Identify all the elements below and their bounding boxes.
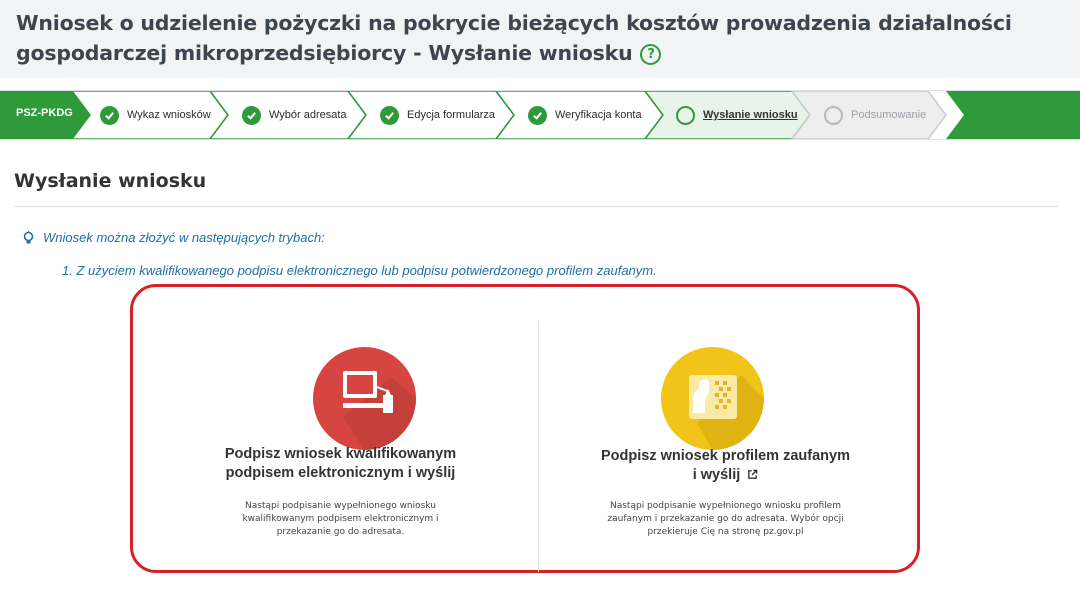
progress-stepper: PSZ-PKDG Wykaz wniosków Wybór adresata E… — [0, 90, 1080, 140]
step-label: Wysłanie wniosku — [703, 109, 798, 121]
check-icon — [528, 105, 547, 125]
check-icon — [242, 105, 261, 125]
option-title[interactable]: Podpisz wniosek profilem zaufanym i wyśl… — [538, 447, 913, 485]
current-step-circle-icon — [676, 105, 695, 125]
mode-list-item: 1. Z użyciem kwalifikowanego podpisu ele… — [62, 263, 657, 278]
qualified-signature-option[interactable]: Podpisz wniosek kwalifikowanym podpisem … — [143, 287, 538, 570]
step-wybor-adresata[interactable]: Wybór adresata — [242, 91, 347, 139]
trusted-profile-option[interactable]: Podpisz wniosek profilem zaufanym i wyśl… — [538, 287, 913, 570]
step-weryfikacja-konta[interactable]: Weryfikacja konta — [528, 91, 642, 139]
external-link-icon — [748, 469, 758, 479]
check-icon — [100, 105, 119, 125]
lightbulb-icon — [23, 230, 34, 243]
option-description: Nastąpi podpisanie wypełnionego wniosku … — [242, 501, 439, 537]
computer-signature-icon — [313, 347, 416, 450]
help-circle-icon[interactable]: ? — [640, 44, 662, 65]
step-wyslanie-wniosku[interactable]: Wysłanie wniosku — [676, 91, 798, 139]
page-title: Wniosek o udzielenie pożyczki na pokryci… — [16, 11, 1012, 65]
stepper-tail — [946, 91, 1080, 139]
page-header: Wniosek o udzielenie pożyczki na pokryci… — [0, 0, 1080, 78]
section-title: Wysłanie wniosku — [14, 170, 207, 192]
option-title[interactable]: Podpisz wniosek kwalifikowanym podpisem … — [143, 445, 538, 483]
step-label: Wykaz wniosków — [127, 109, 211, 121]
option-description: Nastąpi podpisanie wypełnionego wniosku … — [607, 501, 844, 537]
step-label: Weryfikacja konta — [555, 109, 642, 121]
step-podsumowanie: Podsumowanie — [824, 91, 926, 139]
check-icon — [380, 105, 399, 125]
trusted-profile-icon — [661, 347, 764, 450]
step-label: Podsumowanie — [851, 109, 927, 121]
section-divider — [14, 206, 1059, 207]
step-label: Edycja formularza — [407, 109, 496, 121]
procedure-code: PSZ-PKDG — [16, 107, 73, 119]
step-edycja-formularza[interactable]: Edycja formularza — [380, 91, 495, 139]
info-text: Wniosek można złożyć w następujących try… — [43, 230, 325, 245]
step-wykaz-wnioskow[interactable]: Wykaz wniosków — [100, 91, 211, 139]
pending-step-circle-icon — [824, 105, 843, 125]
info-line: Wniosek można złożyć w następujących try… — [22, 230, 325, 245]
step-label: Wybór adresata — [269, 109, 347, 121]
signing-options-panel: Podpisz wniosek kwalifikowanym podpisem … — [130, 284, 920, 573]
